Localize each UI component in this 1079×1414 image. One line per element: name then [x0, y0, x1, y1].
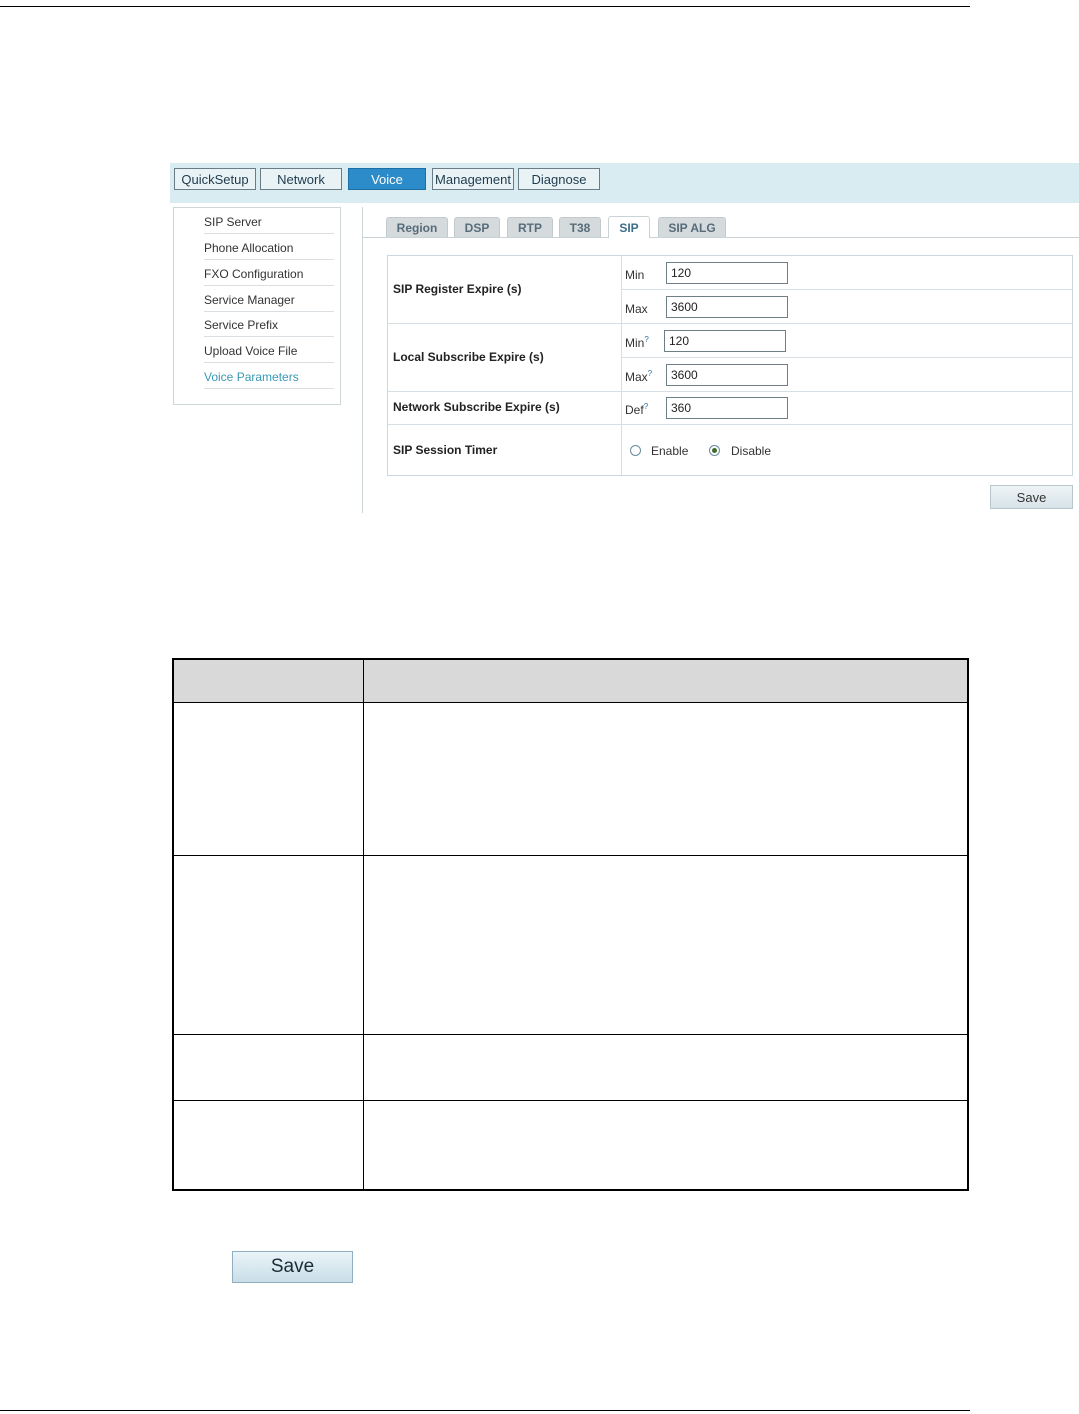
nav-tab-voice[interactable]: Voice — [348, 168, 426, 190]
session-timer-disable-label: Disable — [731, 444, 772, 458]
form-row-divider — [388, 391, 1072, 392]
table-header-row — [174, 660, 967, 703]
sidebar-item-phone-allocation[interactable]: Phone Allocation — [204, 236, 334, 260]
sidebar-item-service-manager[interactable]: Service Manager — [204, 288, 334, 312]
session-timer-disable-radio[interactable] — [709, 445, 720, 456]
tab-t38[interactable]: T38 — [559, 217, 601, 237]
table-row-divider — [174, 702, 967, 703]
register-min-input[interactable] — [666, 262, 788, 284]
top-nav-bar: QuickSetup Network Voice Management Diag… — [170, 163, 1079, 203]
network-def-label: Def? — [625, 402, 649, 417]
nav-tab-diagnose[interactable]: Diagnose — [518, 168, 600, 190]
nav-tab-network[interactable]: Network — [260, 168, 342, 190]
table-row-divider — [174, 1034, 967, 1035]
local-min-input[interactable] — [664, 330, 786, 352]
sip-session-timer-label: SIP Session Timer — [393, 443, 498, 457]
voice-settings-screenshot: QuickSetup Network Voice Management Diag… — [170, 163, 1079, 513]
parameter-description-table — [172, 658, 969, 1191]
nav-tab-quicksetup[interactable]: QuickSetup — [174, 168, 256, 190]
table-row-divider — [174, 855, 967, 856]
network-subscribe-expire-label: Network Subscribe Expire (s) — [393, 400, 560, 414]
page-bottom-rule — [0, 1410, 970, 1411]
save-button-illustration: Save — [232, 1251, 353, 1283]
voice-parameter-tabs: Region DSP RTP T38 SIP SIP ALG — [362, 209, 1079, 238]
local-max-input[interactable] — [666, 364, 788, 386]
sidebar-item-voice-parameters[interactable]: Voice Parameters — [204, 365, 334, 389]
tab-rtp[interactable]: RTP — [507, 217, 553, 237]
register-max-label: Max — [625, 302, 648, 316]
local-min-label: Min? — [625, 335, 649, 350]
page-top-rule — [0, 6, 970, 7]
help-icon[interactable]: ? — [644, 402, 648, 411]
form-row-divider — [388, 424, 1072, 425]
help-icon[interactable]: ? — [648, 369, 652, 378]
form-row-divider — [621, 357, 1072, 358]
sidebar-item-sip-server[interactable]: SIP Server — [204, 210, 334, 234]
sidebar-item-service-prefix[interactable]: Service Prefix — [204, 313, 334, 337]
save-button[interactable]: Save — [990, 485, 1073, 509]
tab-region[interactable]: Region — [386, 217, 448, 237]
help-icon[interactable]: ? — [644, 335, 648, 344]
local-subscribe-expire-label: Local Subscribe Expire (s) — [393, 350, 544, 364]
tab-sip[interactable]: SIP — [608, 216, 650, 238]
sidebar-item-fxo-configuration[interactable]: FXO Configuration — [204, 262, 334, 286]
content-divider — [362, 207, 363, 513]
register-max-input[interactable] — [666, 296, 788, 318]
nav-tab-management[interactable]: Management — [432, 168, 514, 190]
form-row-divider — [388, 323, 1072, 324]
local-max-label: Max? — [625, 369, 653, 384]
sip-parameters-form: SIP Register Expire (s) Min Max Local Su… — [387, 255, 1073, 476]
sidebar-item-upload-voice-file[interactable]: Upload Voice File — [204, 339, 334, 363]
table-column-divider — [363, 660, 364, 1189]
register-min-label: Min — [625, 268, 645, 282]
tab-sip-alg[interactable]: SIP ALG — [658, 217, 726, 237]
tab-dsp[interactable]: DSP — [454, 217, 500, 237]
form-row-divider — [621, 289, 1072, 290]
session-timer-enable-radio[interactable] — [630, 445, 641, 456]
session-timer-enable-label: Enable — [651, 444, 689, 458]
network-def-input[interactable] — [666, 397, 788, 419]
voice-sidebar: SIP Server Phone Allocation FXO Configur… — [173, 207, 341, 405]
table-row-divider — [174, 1100, 967, 1101]
sip-register-expire-label: SIP Register Expire (s) — [393, 282, 522, 296]
